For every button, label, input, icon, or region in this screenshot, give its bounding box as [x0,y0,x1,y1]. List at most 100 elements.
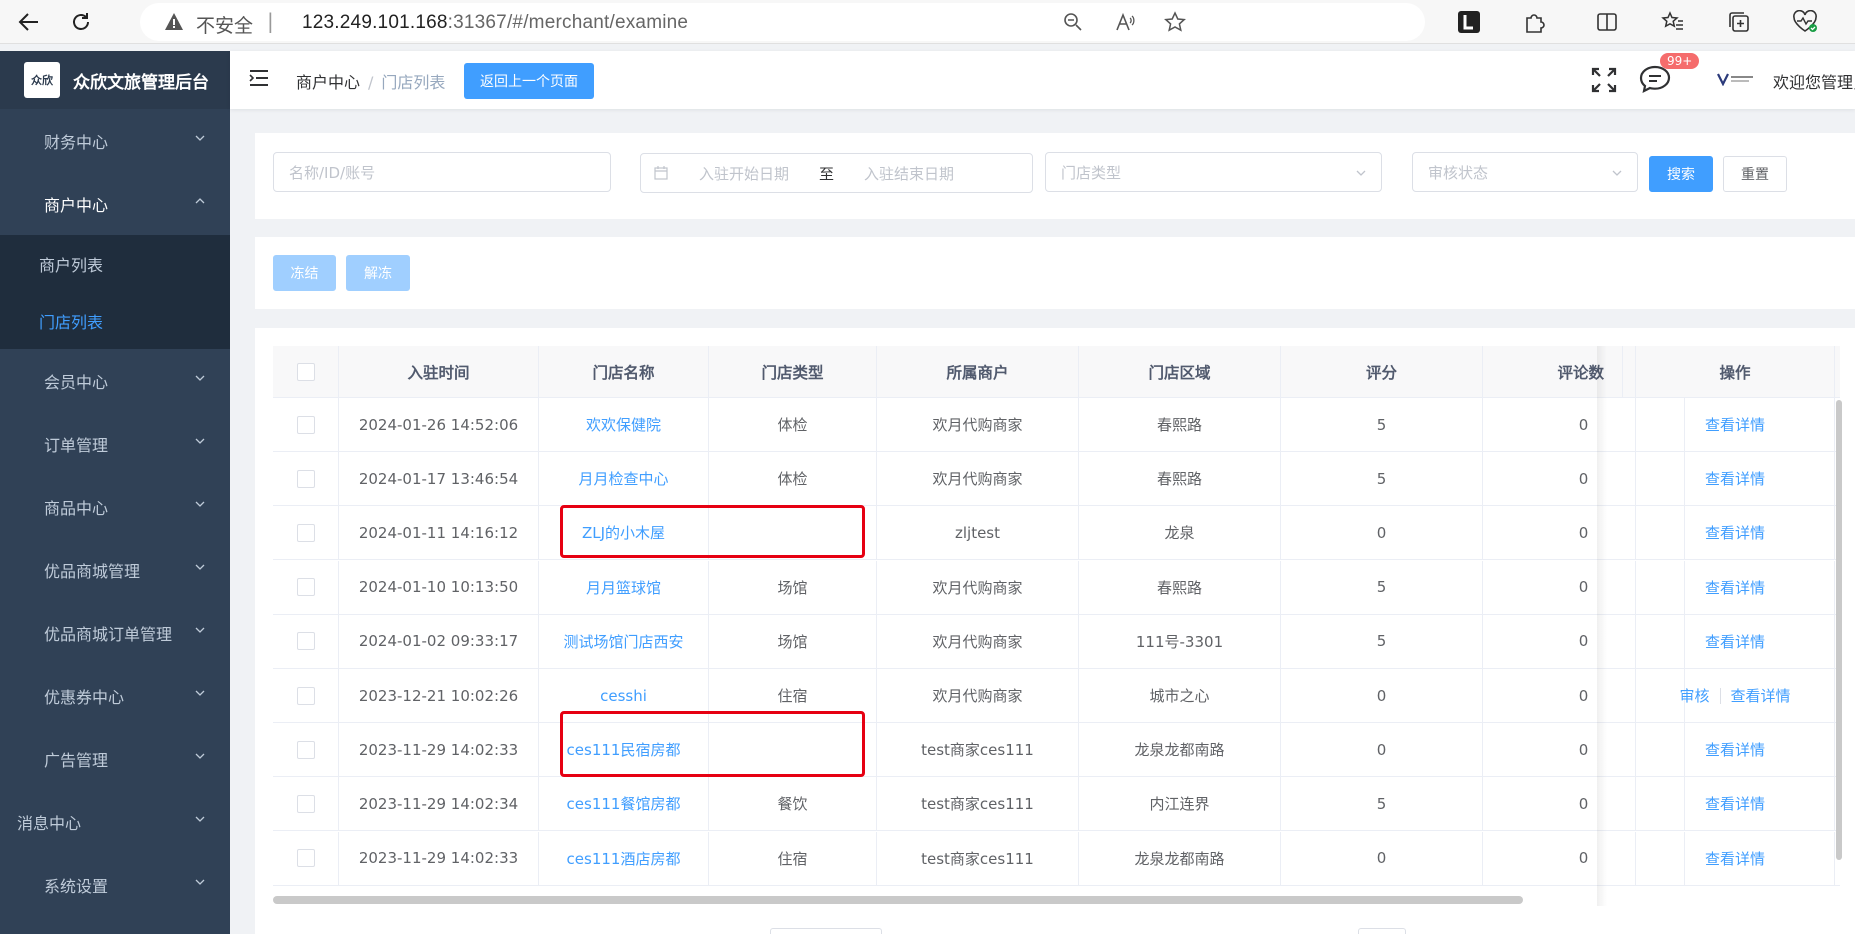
row-checkbox[interactable] [296,415,315,434]
cell-merchant: 欢月代购商家 [877,669,1079,722]
store-type-select[interactable]: 门店类型 [1045,152,1382,192]
cell-store-name[interactable]: 欢欢保健院 [539,398,709,451]
cell-store-name-text[interactable]: 测试场馆门店西安 [563,631,683,652]
row-checkbox[interactable] [296,849,315,868]
cell-merchant-text: 欢月代购商家 [932,470,1023,489]
back-arrow-icon[interactable] [14,7,44,37]
row-checkbox[interactable] [296,469,315,488]
view-details-link[interactable]: 查看详情 [1705,793,1765,814]
view-details-link[interactable]: 查看详情 [1705,739,1765,760]
cell-store-name[interactable]: ces111餐馆房都 [539,777,709,831]
chevron-down-icon [195,135,205,141]
cell-merchant-text: 欢月代购商家 [932,578,1023,597]
browser-health-icon[interactable] [1790,7,1820,37]
name-id-account-input[interactable]: 名称/ID/账号 [273,152,611,192]
split-screen-icon[interactable] [1592,7,1622,37]
view-details-link[interactable]: 查看详情 [1705,577,1765,598]
cell-store-name-text[interactable]: 月月篮球馆 [586,577,661,598]
freeze-button[interactable]: 冻结 [273,255,336,291]
brand-header[interactable]: 众欣 众欣文旅管理后台 [0,51,230,109]
view-details-link[interactable]: 查看详情 [1705,631,1765,652]
favorite-star-icon[interactable] [1162,9,1188,35]
row-select-cell [273,614,339,668]
cell-store-name[interactable]: ces111酒店房都 [539,831,709,885]
cell-store-name-text[interactable]: cesshi [600,687,647,705]
header-area: 门店区域 [1079,346,1281,397]
view-details-link[interactable]: 查看详情 [1705,522,1765,543]
sidebar-item-coupons[interactable]: 优惠券中心 [0,664,230,727]
horizontal-scrollbar[interactable] [273,896,1523,904]
vertical-scrollbar[interactable] [1836,400,1842,860]
view-details-link[interactable]: 查看详情 [1731,685,1791,706]
collections-icon[interactable] [1724,7,1754,37]
sidebar-item-merchant-center[interactable]: 商户中心 [0,172,230,235]
cell-score: 0 [1281,506,1483,560]
view-details-link[interactable]: 查看详情 [1705,414,1765,435]
row-checkbox[interactable] [296,740,315,759]
sidebar-item-store-list[interactable]: 门店列表 [0,292,230,349]
cell-store-name[interactable]: 测试场馆门店西安 [539,614,709,668]
cell-store-name[interactable]: 月月篮球馆 [539,560,709,614]
unfreeze-button[interactable]: 解冻 [346,255,410,291]
select-all-checkbox[interactable] [296,362,315,381]
cell-join-time: 2023-11-29 14:02:33 [339,831,539,885]
date-range-picker[interactable]: 入驻开始日期 至 入驻结束日期 [640,153,1033,193]
reload-icon[interactable] [66,7,96,37]
reset-button[interactable]: 重置 [1723,156,1787,192]
cell-store-name-text[interactable]: ces111餐馆房都 [567,793,681,814]
welcome-text[interactable]: 欢迎您管理员 [1773,69,1855,93]
view-details-link[interactable]: 查看详情 [1705,468,1765,489]
cell-store-name-text[interactable]: ces111酒店房都 [567,848,681,869]
sidebar-item-label: 优品商城订单管理 [44,624,173,644]
chevron-down-icon [1612,170,1622,176]
start-date-placeholder: 入驻开始日期 [699,164,790,183]
sidebar-item-messages[interactable]: 消息中心 [0,790,230,853]
audit-link[interactable]: 审核 [1679,685,1709,706]
sidebar-item-label: 优惠券中心 [44,687,125,707]
cell-actions: 查看详情 [1635,452,1835,506]
row-checkbox[interactable] [296,523,315,542]
cell-store-name[interactable]: 月月检查中心 [539,452,709,506]
extensions-puzzle-icon[interactable] [1520,7,1550,37]
row-checkbox[interactable] [296,632,315,651]
cell-score-text: 5 [1376,794,1387,813]
sidebar-item-mall-orders[interactable]: 优品商城订单管理 [0,601,230,664]
favorites-list-icon[interactable] [1658,7,1688,37]
fullscreen-icon[interactable] [1590,66,1618,94]
cell-merchant-text: 欢月代购商家 [932,687,1023,705]
sidebar-item-settings[interactable]: 系统设置 [0,853,230,916]
view-details-link[interactable]: 查看详情 [1705,848,1765,869]
cell-store-name-text[interactable]: 欢欢保健院 [586,414,661,435]
row-checkbox[interactable] [296,794,315,813]
zoom-out-icon[interactable] [1060,9,1086,35]
sidebar-item-merchant-list[interactable]: 商户列表 [0,235,230,292]
cell-merchant-text: test商家ces111 [921,741,1034,760]
extension-l-icon[interactable] [1454,7,1484,37]
sidebar-item-member-center[interactable]: 会员中心 [0,349,230,412]
sidebar-item-mall[interactable]: 优品商城管理 [0,538,230,601]
address-separator: | [267,9,274,33]
cell-store-type-text: 住宿 [777,687,808,705]
sidebar-item-orders[interactable]: 订单管理 [0,412,230,475]
audit-status-select[interactable]: 审核状态 [1412,152,1638,192]
sidebar-item-finance[interactable]: 财务中心 [0,109,230,172]
sidebar-item-products[interactable]: 商品中心 [0,475,230,538]
cell-join-time-text: 2023-12-21 10:02:26 [358,686,519,705]
cell-area-text: 内江连界 [1149,795,1210,814]
address-bar[interactable]: 不安全 | 123.249.101.168:31367/#/merchant/e… [140,3,1425,41]
cell-store-name-text[interactable]: 月月检查中心 [578,468,668,489]
search-button[interactable]: 搜索 [1649,156,1713,192]
row-checkbox[interactable] [296,578,315,597]
cell-store-type-text: 体检 [777,416,808,434]
sidebar-item-ads[interactable]: 广告管理 [0,727,230,790]
action-panel: 冻结 解冻 [255,237,1855,309]
breadcrumb-item-merchant-center[interactable]: 商户中心 [296,73,360,92]
user-avatar[interactable] [1717,72,1755,86]
row-checkbox[interactable] [296,686,315,705]
read-aloud-icon[interactable] [1112,9,1138,35]
menu-fold-icon[interactable] [248,67,270,89]
url-text[interactable]: 123.249.101.168:31367/#/merchant/examine [302,12,688,34]
cell-actions: 查看详情 [1635,398,1835,451]
back-to-previous-button[interactable]: 返回上一个页面 [464,63,594,99]
chevron-down-icon [195,753,205,759]
